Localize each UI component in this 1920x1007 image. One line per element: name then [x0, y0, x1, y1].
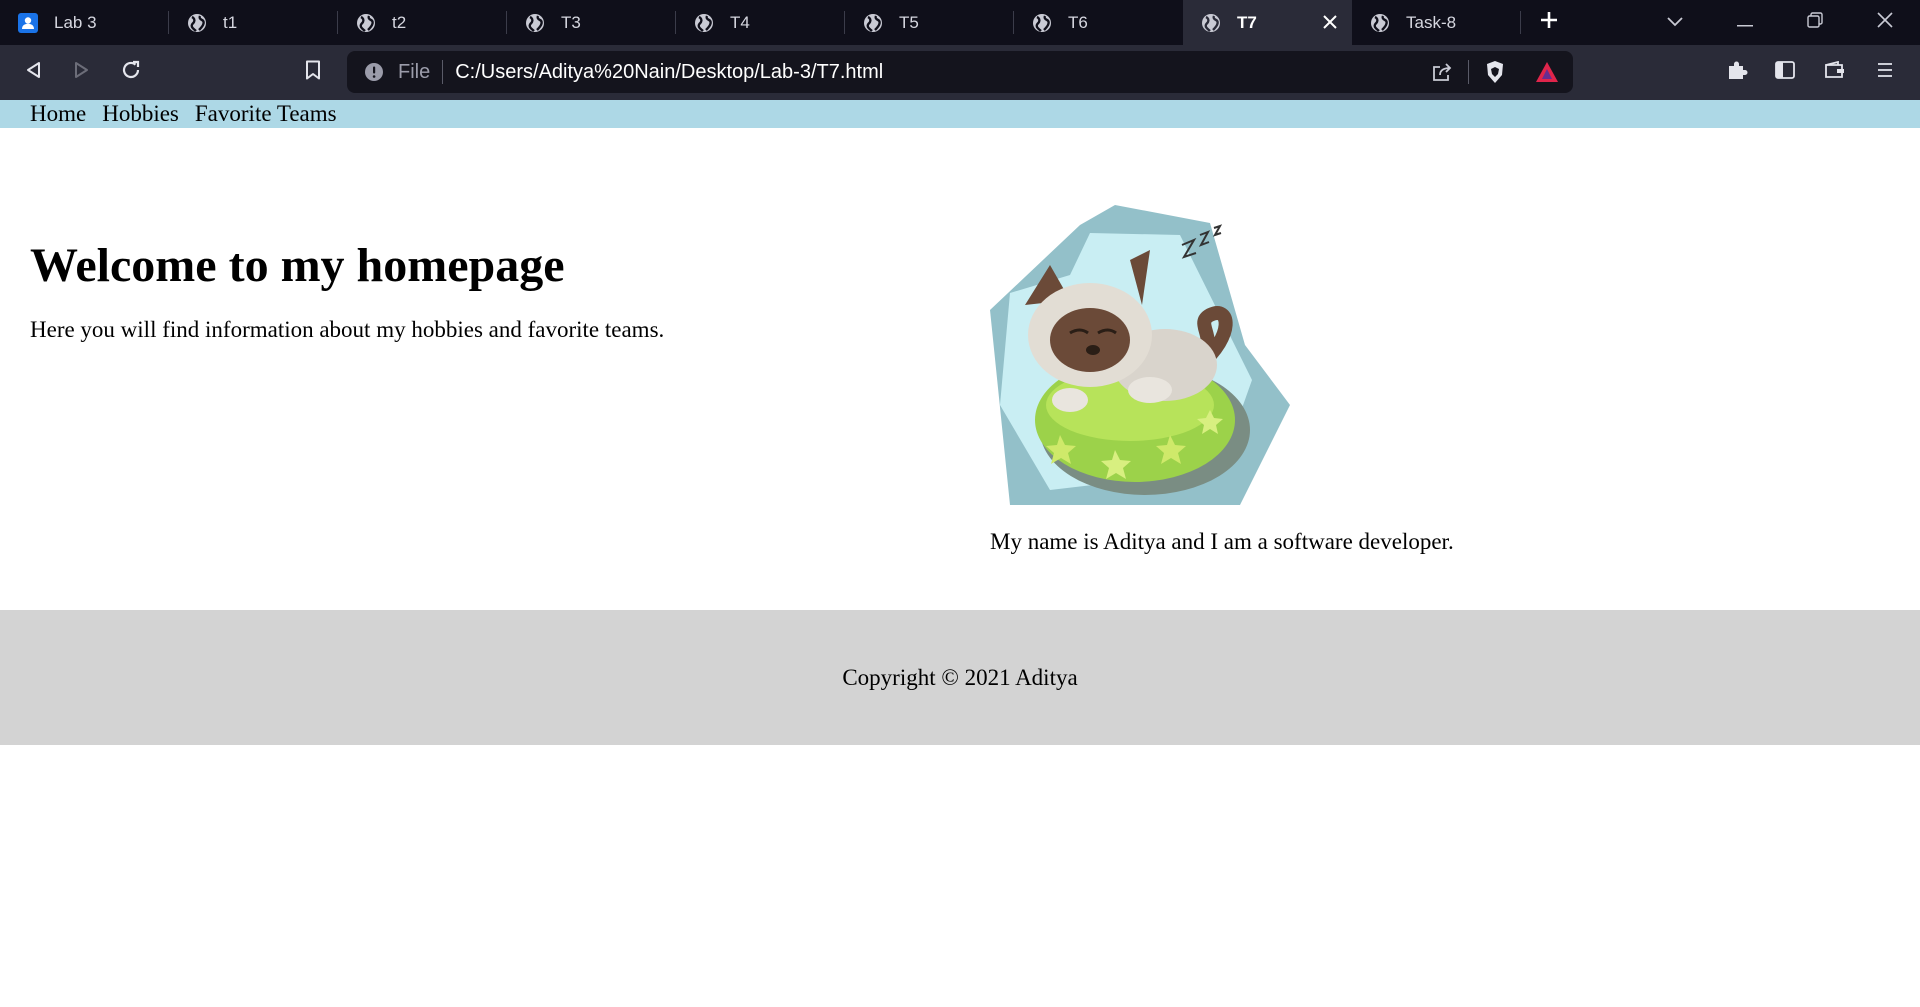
- about-text: My name is Aditya and I am a software de…: [990, 529, 1454, 554]
- site-footer: Copyright © 2021 Aditya: [0, 610, 1920, 745]
- extensions-button[interactable]: [1716, 51, 1758, 93]
- tab-title: t1: [223, 12, 238, 32]
- tab-title: T5: [899, 12, 919, 32]
- tab-lab-3[interactable]: Lab 3: [0, 0, 169, 45]
- tab-title: Task-8: [1406, 12, 1457, 32]
- address-divider: [442, 60, 444, 84]
- brave-shields-icon[interactable]: [1469, 51, 1521, 93]
- tab-title: T6: [1068, 12, 1088, 32]
- plus-icon: [1539, 10, 1559, 35]
- bookmark-icon: [305, 60, 321, 85]
- minimize-icon: [1737, 14, 1753, 32]
- tab-title: T4: [730, 12, 750, 32]
- about-section: My name is Aditya and I am a software de…: [990, 205, 1590, 555]
- browser-toolbar: File C:/Users/Aditya%20Nain/Desktop/Lab-…: [0, 45, 1920, 100]
- reload-button[interactable]: [110, 52, 152, 94]
- site-nav: Home Hobbies Favorite Teams: [0, 100, 1920, 128]
- address-bar-actions: [1416, 51, 1573, 93]
- restore-button[interactable]: [1780, 0, 1850, 45]
- page-title: Welcome to my homepage: [30, 239, 565, 292]
- tab-title: T7: [1237, 12, 1257, 32]
- intro-text: Here you will find information about my …: [30, 317, 665, 342]
- sidebar-icon: [1775, 60, 1795, 84]
- tab-t4[interactable]: T4: [676, 0, 845, 45]
- tab-search-button[interactable]: [1640, 0, 1710, 45]
- close-window-button[interactable]: [1850, 0, 1920, 45]
- nav-link-home[interactable]: Home: [30, 100, 86, 128]
- tab-task-8[interactable]: Task-8: [1352, 0, 1521, 45]
- tab-title: t2: [392, 12, 407, 32]
- tab-t3[interactable]: T3: [507, 0, 676, 45]
- tab-t6[interactable]: T6: [1014, 0, 1183, 45]
- bookmark-button[interactable]: [292, 51, 334, 93]
- tab-t2[interactable]: t2: [338, 0, 507, 45]
- hamburger-menu-icon: [1876, 61, 1894, 84]
- forward-button[interactable]: [61, 52, 103, 94]
- tab-title: Lab 3: [54, 12, 97, 32]
- nav-link-favorite-teams[interactable]: Favorite Teams: [195, 100, 337, 128]
- menu-button[interactable]: [1864, 51, 1906, 93]
- address-bar[interactable]: File C:/Users/Aditya%20Nain/Desktop/Lab-…: [347, 51, 1573, 93]
- welcome-section: Welcome to my homepage Here you will fin…: [30, 236, 930, 343]
- tab-t7[interactable]: T7: [1183, 0, 1352, 45]
- restore-icon: [1807, 12, 1823, 33]
- tab-t1[interactable]: t1: [169, 0, 338, 45]
- info-icon[interactable]: [363, 61, 385, 83]
- tab-strip-spacer: [1577, 0, 1640, 45]
- globe-icon: [525, 13, 545, 33]
- scheme-label: File: [398, 60, 431, 83]
- url-text[interactable]: C:/Users/Aditya%20Nain/Desktop/Lab-3/T7.…: [455, 61, 883, 84]
- chevron-down-icon: [1667, 14, 1683, 32]
- back-arrow-icon: [25, 61, 41, 84]
- minimize-button[interactable]: [1710, 0, 1780, 45]
- close-icon: [1877, 12, 1893, 33]
- close-icon[interactable]: [1320, 12, 1340, 32]
- classroom-icon: [18, 12, 38, 33]
- globe-icon: [694, 13, 714, 33]
- nav-link-hobbies[interactable]: Hobbies: [102, 100, 179, 128]
- globe-icon: [1370, 13, 1390, 33]
- tab-title: T3: [561, 12, 581, 32]
- puzzle-icon: [1726, 59, 1748, 86]
- globe-icon: [863, 13, 883, 33]
- globe-icon: [187, 13, 207, 33]
- back-button[interactable]: [12, 52, 54, 94]
- copyright-text: Copyright © 2021 Aditya: [842, 664, 1078, 690]
- forward-arrow-icon: [74, 61, 90, 84]
- share-icon[interactable]: [1416, 51, 1468, 93]
- globe-icon: [356, 13, 376, 33]
- sleeping-cat-illustration: [990, 205, 1290, 505]
- tab-strip: Lab 3 t1 t2 T3 T4 T5 T6 T7 Task-8: [0, 0, 1920, 45]
- sidebar-button[interactable]: [1764, 51, 1806, 93]
- brave-rewards-icon[interactable]: [1521, 51, 1573, 93]
- wallet-icon: [1824, 60, 1846, 84]
- new-tab-button[interactable]: [1521, 0, 1577, 45]
- globe-icon: [1201, 13, 1221, 33]
- wallet-button[interactable]: [1814, 51, 1856, 93]
- globe-icon: [1032, 13, 1052, 33]
- tab-t5[interactable]: T5: [845, 0, 1014, 45]
- reload-icon: [120, 59, 142, 86]
